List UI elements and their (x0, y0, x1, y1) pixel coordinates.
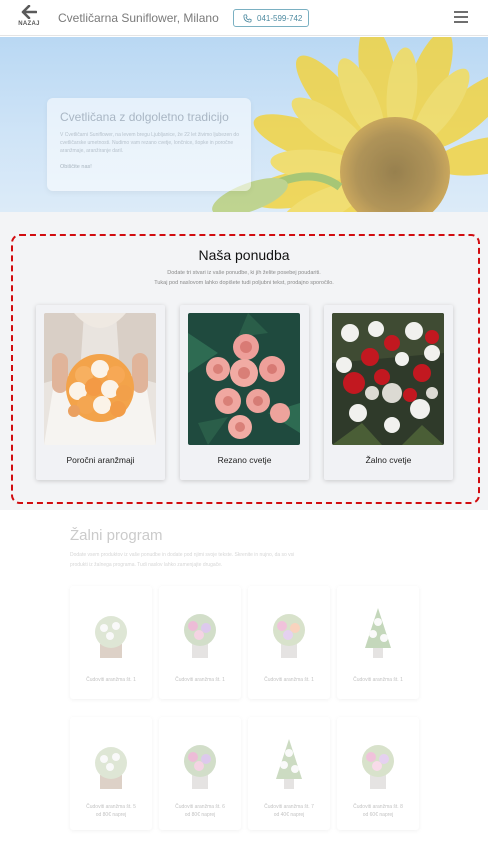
hero-text: V Cvetličarni Suniflower, na levem bregu… (60, 132, 239, 154)
product-name: Čudoviti aranžma št. 5 (86, 804, 136, 810)
arrangement-image (184, 614, 216, 658)
arrangement-image (95, 616, 127, 658)
offer-subtitle: Dodate tri stvari iz vaše ponudbe, ki ji… (0, 268, 488, 288)
arrangement-image (184, 745, 216, 789)
product-name: Čudoviti aranžma št. 7 (264, 804, 314, 810)
product-price: od 40€ naprej (273, 812, 305, 818)
arrangement-image (273, 614, 305, 658)
product-card[interactable]: Čudoviti aranžma št. 1 (337, 586, 419, 699)
offer-card-funeral-flowers[interactable]: Žalno cvetje (324, 305, 453, 480)
product-name: Čudoviti aranžma št. 6 (175, 804, 225, 810)
product-name: Čudoviti aranžma št. 1 (264, 677, 314, 683)
product-card[interactable]: Čudoviti aranžma št. 1 (159, 586, 241, 699)
program-title: Žalni program (70, 527, 163, 544)
offer-card-cut-flowers[interactable]: Rezano cvetje (180, 305, 309, 480)
hero-banner: Cvetličana z dolgoletno tradicijo V Cvet… (0, 37, 488, 212)
arrangement-image (362, 745, 394, 789)
arrangement-image (276, 739, 302, 789)
product-card[interactable]: Čudoviti aranžma št. 7 od 40€ naprej (248, 717, 330, 830)
product-price: od 80€ naprej (184, 812, 216, 818)
pink-roses-image (188, 313, 300, 445)
offer-subtitle-line-1: Dodate tri stvari iz vaše ponudbe, ki ji… (167, 270, 321, 276)
back-label: NAZAJ (18, 21, 40, 27)
offer-card-wedding[interactable]: Poročni aranžmaji (36, 305, 165, 480)
product-price: od 80€ naprej (95, 812, 127, 818)
offer-subtitle-line-2: Tukaj pod naslovom lahko dopišete tudi p… (154, 280, 334, 286)
offer-card-label: Poročni aranžmaji (66, 455, 135, 465)
hamburger-menu-icon[interactable] (454, 11, 468, 23)
hero-title: Cvetličana z dolgoletno tradicijo (60, 110, 229, 124)
product-name: Čudoviti aranžma št. 1 (175, 677, 225, 683)
arrangement-image (95, 747, 127, 789)
product-name: Čudoviti aranžma št. 8 (353, 804, 403, 810)
product-card[interactable]: Čudoviti aranžma št. 1 (248, 586, 330, 699)
arrow-left-icon (21, 5, 37, 19)
product-price: od 60€ naprej (362, 812, 394, 818)
offer-title: Naša ponudba (198, 247, 290, 263)
product-name: Čudoviti aranžma št. 1 (86, 677, 136, 683)
hero-card: Cvetličana z dolgoletno tradicijo V Cvet… (47, 98, 251, 191)
phone-button[interactable]: 041-599-742 (233, 9, 309, 27)
offer-card-label: Žalno cvetje (365, 455, 412, 465)
arrangement-image (365, 608, 391, 658)
product-card[interactable]: Čudoviti aranžma št. 1 (70, 586, 152, 699)
back-button[interactable]: NAZAJ (14, 5, 44, 27)
program-description: Dodate vsem produktov iz vaše ponudbe in… (70, 552, 295, 568)
product-card[interactable]: Čudoviti aranžma št. 6 od 80€ naprej (159, 717, 241, 830)
phone-number: 041-599-742 (257, 13, 303, 23)
product-card[interactable]: Čudoviti aranžma št. 8 od 60€ naprej (337, 717, 419, 830)
top-bar: NAZAJ Cvetličarna Suniflower, Milano 041… (0, 0, 488, 36)
shop-name: Cvetličarna Suniflower, Milano (58, 11, 219, 25)
product-card[interactable]: Čudoviti aranžma št. 5 od 80€ naprej (70, 717, 152, 830)
funeral-bouquet-image (332, 313, 444, 445)
product-name: Čudoviti aranžma št. 1 (353, 677, 403, 683)
visit-us-link[interactable]: Obiščite nas! (60, 164, 238, 170)
phone-icon (243, 13, 252, 23)
wedding-bouquet-image (44, 313, 156, 445)
offer-card-label: Rezano cvetje (217, 455, 272, 465)
